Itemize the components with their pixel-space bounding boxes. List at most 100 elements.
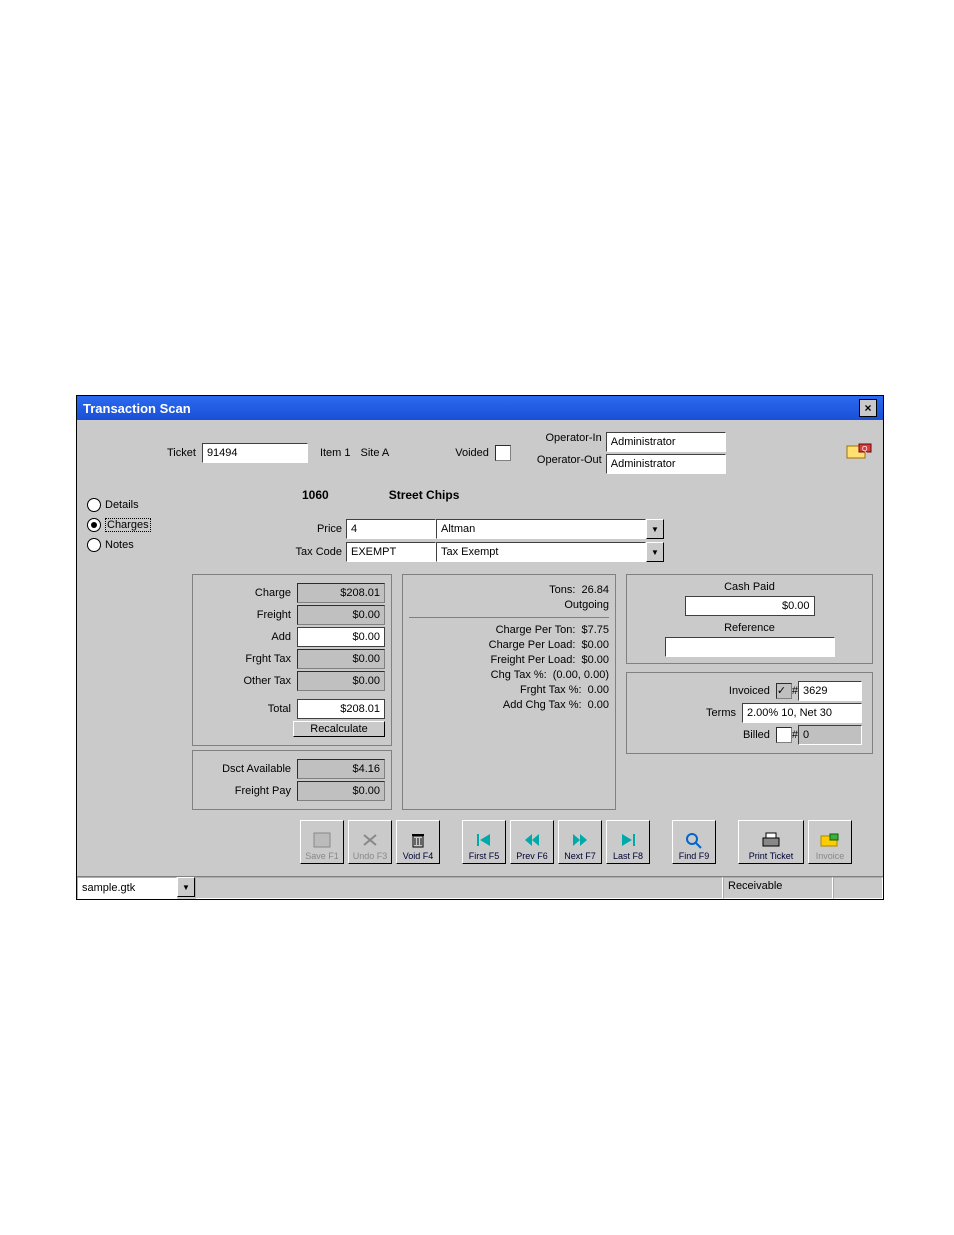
invoiced-num-field[interactable] (798, 681, 862, 701)
taxcode-field[interactable] (346, 542, 436, 562)
radio-notes[interactable]: Notes (87, 538, 182, 552)
cpl-value: $0.00 (581, 639, 609, 651)
billed-checkbox[interactable] (776, 727, 792, 743)
ticket-field[interactable] (202, 443, 308, 463)
status-spacer (195, 877, 723, 899)
prev-button[interactable]: Prev F6 (510, 820, 554, 864)
add-label: Add (199, 631, 291, 643)
addtax-label: Add Chg Tax %: (503, 699, 582, 711)
frghttax-label: Frght Tax (199, 653, 291, 665)
radio-charges[interactable]: Charges (87, 518, 182, 532)
item-label: Item 1 (320, 447, 351, 459)
save-button: Save F1 (300, 820, 344, 864)
operator-out-field[interactable] (606, 454, 726, 474)
prev-icon (522, 831, 542, 849)
status-file-dropdown[interactable]: ▼ (177, 877, 195, 897)
price-dropdown[interactable]: ▼ (646, 519, 664, 539)
chevron-down-icon: ▼ (182, 883, 190, 892)
taxcode-label: Tax Code (192, 546, 342, 558)
printer-icon (759, 831, 783, 849)
frtax-value: 0.00 (588, 684, 609, 696)
voided-checkbox[interactable] (495, 445, 511, 461)
radio-details-label: Details (105, 499, 139, 511)
charge-field (297, 583, 385, 603)
billed-num-field (798, 725, 862, 745)
close-icon: × (864, 401, 871, 415)
print-ticket-button[interactable]: Print Ticket (738, 820, 804, 864)
freightpay-label: Freight Pay (199, 785, 291, 797)
operator-in-field[interactable] (606, 432, 726, 452)
invoiced-label: Invoiced (637, 685, 770, 697)
last-icon (618, 831, 638, 849)
taxcode-dropdown[interactable]: ▼ (646, 542, 664, 562)
taxcode-name-field[interactable] (436, 542, 646, 562)
search-icon (684, 831, 704, 849)
chevron-down-icon: ▼ (651, 525, 659, 534)
total-field (297, 699, 385, 719)
radio-notes-label: Notes (105, 539, 134, 551)
find-button[interactable]: Find F9 (672, 820, 716, 864)
terms-label: Terms (637, 707, 736, 719)
cpl-label: Charge Per Load: (489, 639, 576, 651)
first-button[interactable]: First F5 (462, 820, 506, 864)
status-file-field[interactable] (77, 877, 177, 899)
tons-label: Tons: (549, 584, 575, 596)
cashpaid-field[interactable] (685, 596, 815, 616)
freight-label: Freight (199, 609, 291, 621)
transaction-scan-window: Transaction Scan × Ticket Item 1 Site A … (76, 395, 884, 900)
svg-text:Q: Q (862, 446, 868, 453)
freight-field (297, 605, 385, 625)
cpt-value: $7.75 (581, 624, 609, 636)
othertax-label: Other Tax (199, 675, 291, 687)
undo-button: Undo F3 (348, 820, 392, 864)
radio-details[interactable]: Details (87, 498, 182, 512)
void-button[interactable]: Void F4 (396, 820, 440, 864)
ticket-label: Ticket (167, 447, 196, 459)
add-field[interactable] (297, 627, 385, 647)
folder-icon (818, 831, 842, 849)
product-name: Street Chips (389, 488, 460, 502)
frtax-label: Frght Tax %: (520, 684, 582, 696)
next-icon (570, 831, 590, 849)
direction-value: Outgoing (564, 599, 609, 611)
cashpaid-label: Cash Paid (637, 581, 862, 593)
chgtax-label: Chg Tax %: (491, 669, 547, 681)
last-button[interactable]: Last F8 (606, 820, 650, 864)
voided-label: Voided (455, 447, 489, 459)
total-label: Total (199, 703, 291, 715)
reference-field[interactable] (665, 637, 835, 657)
site-label: Site A (361, 447, 390, 459)
price-label: Price (192, 523, 342, 535)
cpt-label: Charge Per Ton: (496, 624, 576, 636)
terms-field[interactable] (742, 703, 862, 723)
billed-label: Billed (637, 729, 770, 741)
title-bar: Transaction Scan × (77, 396, 883, 420)
invoice-button: Invoice (808, 820, 852, 864)
addtax-value: 0.00 (588, 699, 609, 711)
price-name-field[interactable] (436, 519, 646, 539)
status-receivable: Receivable (723, 877, 833, 899)
invoiced-checkbox[interactable]: ✓ (776, 683, 792, 699)
window-title: Transaction Scan (83, 401, 191, 416)
fpl-value: $0.00 (581, 654, 609, 666)
lookup-icon[interactable]: Q (845, 442, 873, 465)
status-end (833, 877, 883, 899)
first-icon (474, 831, 494, 849)
operator-in-label: Operator-In (537, 432, 602, 452)
next-button[interactable]: Next F7 (558, 820, 602, 864)
charge-label: Charge (199, 587, 291, 599)
dsct-label: Dsct Available (199, 763, 291, 775)
radio-charges-label: Charges (105, 518, 151, 532)
dsct-field (297, 759, 385, 779)
fpl-label: Freight Per Load: (490, 654, 575, 666)
price-code-field[interactable] (346, 519, 436, 539)
trash-icon (408, 831, 428, 849)
product-code: 1060 (302, 488, 329, 502)
chevron-down-icon: ▼ (651, 548, 659, 557)
othertax-field (297, 671, 385, 691)
tons-value: 26.84 (581, 584, 609, 596)
recalculate-button[interactable]: Recalculate (293, 721, 385, 737)
freightpay-field (297, 781, 385, 801)
close-button[interactable]: × (859, 399, 877, 417)
reference-label: Reference (637, 622, 862, 634)
